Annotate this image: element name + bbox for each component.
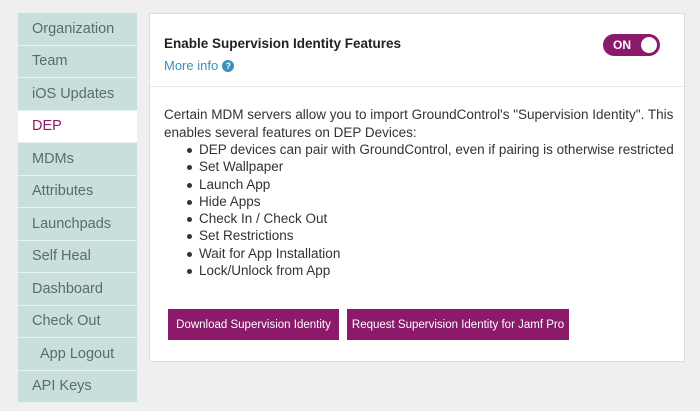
download-supervision-identity-button[interactable]: Download Supervision Identity (168, 309, 339, 340)
sidebar-item-organization[interactable]: Organization (18, 13, 137, 46)
description-intro: Certain MDM servers allow you to import … (164, 107, 674, 140)
sidebar-item-dep[interactable]: DEP (18, 110, 137, 143)
more-info-label: More info (164, 58, 219, 73)
feature-list-item: Set Wallpaper (187, 158, 674, 175)
feature-header: Enable Supervision Identity Features Mor… (150, 14, 684, 87)
feature-list-item: Lock/Unlock from App (187, 262, 674, 279)
sidebar-item-api-keys[interactable]: API Keys (18, 370, 137, 403)
sidebar-item-ios-updates[interactable]: iOS Updates (18, 78, 137, 111)
sidebar-item-dashboard[interactable]: Dashboard (18, 273, 137, 306)
feature-list-item: Launch App (187, 176, 674, 193)
sidebar-item-check-out[interactable]: Check Out (18, 305, 137, 338)
supervision-identity-toggle[interactable]: ON (603, 34, 660, 56)
feature-list: DEP devices can pair with GroundControl,… (164, 141, 674, 279)
sidebar-item-team[interactable]: Team (18, 45, 137, 78)
dep-settings-panel: Enable Supervision Identity Features Mor… (149, 13, 685, 362)
more-info-link[interactable]: More info ? (164, 58, 235, 73)
question-icon: ? (222, 59, 235, 72)
feature-list-item: Check In / Check Out (187, 210, 674, 227)
feature-list-item: Hide Apps (187, 193, 674, 210)
feature-list-item: DEP devices can pair with GroundControl,… (187, 142, 674, 157)
toggle-label: ON (613, 38, 631, 52)
sidebar-item-launchpads[interactable]: Launchpads (18, 208, 137, 241)
toggle-knob (641, 37, 657, 53)
sidebar-item-self-heal[interactable]: Self Heal (18, 240, 137, 273)
sidebar-item-app-logout[interactable]: App Logout (18, 338, 137, 371)
feature-title: Enable Supervision Identity Features (164, 36, 402, 51)
feature-list-item: Wait for App Installation (187, 245, 674, 262)
sidebar-item-mdms[interactable]: MDMs (18, 143, 137, 176)
request-supervision-identity-button[interactable]: Request Supervision Identity for Jamf Pr… (347, 309, 569, 340)
sidebar-nav: Organization Team iOS Updates DEP MDMs A… (18, 13, 137, 403)
feature-list-item: Set Restrictions (187, 227, 674, 244)
sidebar-item-attributes[interactable]: Attributes (18, 175, 137, 208)
description: Certain MDM servers allow you to import … (164, 106, 674, 279)
